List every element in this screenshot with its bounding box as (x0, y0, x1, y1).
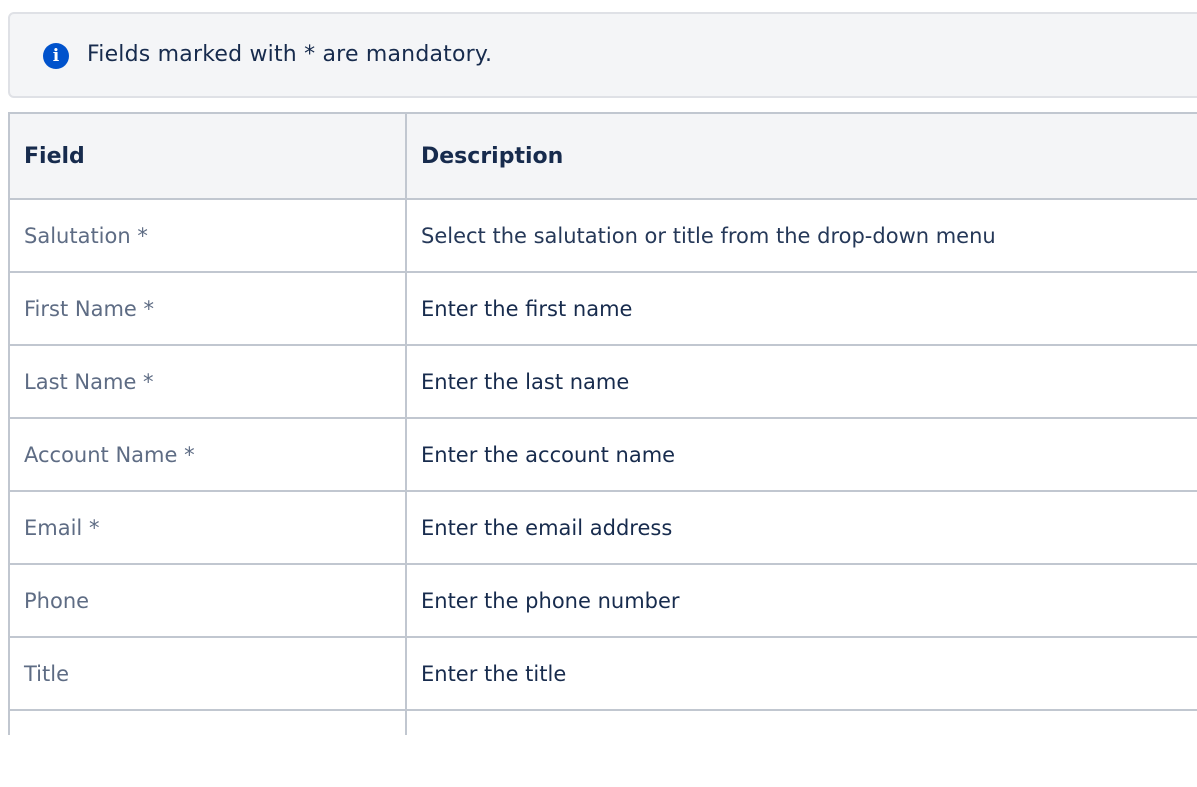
field-name-cell (8, 709, 407, 735)
field-description-cell: Enter the account name (405, 417, 1197, 492)
column-header-description: Description (405, 112, 1197, 200)
field-name-cell: First Name * (8, 271, 407, 346)
column-header-field: Field (8, 112, 407, 200)
page: i Fields marked with * are mandatory. Fi… (0, 0, 1197, 787)
table-row: Title Enter the title (8, 636, 1197, 711)
table-row (8, 709, 1197, 735)
field-name-cell: Title (8, 636, 407, 711)
field-description-cell: Select the salutation or title from the … (405, 198, 1197, 273)
field-description-cell: Enter the phone number (405, 563, 1197, 638)
field-name-cell: Account Name * (8, 417, 407, 492)
field-description-cell: Enter the email address (405, 490, 1197, 565)
field-name-cell: Salutation * (8, 198, 407, 273)
field-description-cell: Enter the last name (405, 344, 1197, 419)
info-icon: i (43, 43, 69, 69)
table-header-row: Field Description (8, 112, 1197, 200)
table-row: Last Name * Enter the last name (8, 344, 1197, 419)
table-row: Email * Enter the email address (8, 490, 1197, 565)
table-row: First Name * Enter the first name (8, 271, 1197, 346)
info-panel: i Fields marked with * are mandatory. (8, 12, 1197, 98)
info-message: Fields marked with * are mandatory. (87, 42, 493, 67)
field-name-cell: Email * (8, 490, 407, 565)
field-description-cell: Enter the title (405, 636, 1197, 711)
field-description-cell: Enter the first name (405, 271, 1197, 346)
table-row: Salutation * Select the salutation or ti… (8, 198, 1197, 273)
field-name-cell: Phone (8, 563, 407, 638)
table-row: Phone Enter the phone number (8, 563, 1197, 638)
field-description-cell (405, 709, 1197, 735)
table-row: Account Name * Enter the account name (8, 417, 1197, 492)
fields-table: Field Description Salutation * Select th… (8, 112, 1197, 735)
field-name-cell: Last Name * (8, 344, 407, 419)
